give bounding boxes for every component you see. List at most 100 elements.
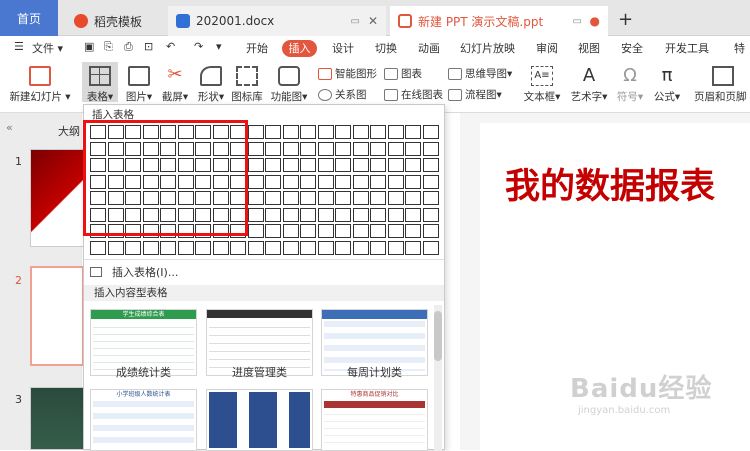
table-grid-cell[interactable] — [247, 158, 264, 172]
table-grid-cell[interactable] — [90, 191, 106, 205]
table-grid-cell[interactable] — [370, 158, 386, 172]
table-grid-cell[interactable] — [195, 207, 211, 222]
table-grid-cell[interactable] — [317, 191, 334, 205]
table-grid-cell[interactable] — [282, 125, 299, 139]
table-grid-cell[interactable] — [142, 240, 159, 255]
table-grid-cell[interactable] — [195, 141, 211, 156]
table-grid-cell[interactable] — [142, 174, 159, 189]
table-grid-cell[interactable] — [177, 158, 194, 172]
tab-security[interactable]: 安全 — [621, 40, 643, 56]
table-grid-cell[interactable] — [142, 191, 159, 205]
export-icon[interactable]: ⎘ — [104, 40, 113, 54]
table-grid-cell[interactable] — [107, 224, 124, 238]
table-grid-cell[interactable] — [405, 207, 421, 222]
table-grid-cell[interactable] — [160, 191, 176, 205]
slide-thumbnail-2[interactable] — [30, 266, 84, 366]
table-grid-cell[interactable] — [317, 240, 334, 255]
print-preview-icon[interactable]: ⊡ — [144, 40, 153, 53]
table-grid-cell[interactable] — [177, 207, 194, 222]
relation-chart-button[interactable]: 关系图 — [318, 87, 367, 102]
undo-icon[interactable]: ↶ — [166, 40, 175, 53]
table-grid-cell[interactable] — [405, 125, 421, 139]
table-grid-cell[interactable] — [335, 125, 351, 139]
table-grid-cell[interactable] — [352, 174, 369, 189]
table-grid-cell[interactable] — [212, 158, 229, 172]
tab-insert[interactable]: 插入 — [282, 40, 317, 57]
table-grid-cell[interactable] — [405, 174, 421, 189]
table-grid-cell[interactable] — [247, 174, 264, 189]
table-grid-cell[interactable] — [265, 125, 281, 139]
table-grid-cell[interactable] — [90, 141, 106, 156]
tab-presentation[interactable]: 新建 PPT 演示文稿.ppt ▭ ● — [390, 6, 608, 36]
table-grid-cell[interactable] — [160, 141, 176, 156]
table-grid-cell[interactable] — [422, 141, 439, 156]
table-grid-cell[interactable] — [317, 125, 334, 139]
table-grid-cell[interactable] — [265, 174, 281, 189]
table-grid-cell[interactable] — [335, 141, 351, 156]
table-grid-cell[interactable] — [230, 207, 246, 222]
table-grid-cell[interactable] — [160, 240, 176, 255]
table-grid-cell[interactable] — [405, 141, 421, 156]
symbol-button[interactable]: Ω 符号▾ — [613, 66, 647, 104]
table-grid-cell[interactable] — [177, 191, 194, 205]
table-grid-cell[interactable] — [265, 158, 281, 172]
table-grid-cell[interactable] — [405, 224, 421, 238]
save-icon[interactable]: ▣ — [84, 40, 94, 53]
icon-library-button[interactable]: 图标库 — [230, 66, 264, 104]
table-grid-cell[interactable] — [387, 207, 404, 222]
table-grid-cell[interactable] — [370, 141, 386, 156]
table-grid-cell[interactable] — [90, 158, 106, 172]
table-grid-cell[interactable] — [422, 224, 439, 238]
hamburger-icon[interactable]: ☰ — [14, 40, 24, 53]
table-grid-cell[interactable] — [352, 240, 369, 255]
table-grid-cell[interactable] — [212, 125, 229, 139]
table-grid-cell[interactable] — [160, 224, 176, 238]
close-icon[interactable]: ✕ — [368, 14, 378, 28]
table-grid-cell[interactable] — [387, 141, 404, 156]
tab-review[interactable]: 审阅 — [536, 40, 558, 56]
mind-map-button[interactable]: 思维导图 ▾ — [448, 66, 512, 81]
table-grid-cell[interactable] — [265, 141, 281, 156]
flowchart-button[interactable]: 流程图 ▾ — [448, 87, 502, 102]
table-grid-cell[interactable] — [422, 240, 439, 255]
table-grid-cell[interactable] — [282, 191, 299, 205]
table-grid-cell[interactable] — [282, 240, 299, 255]
table-grid-cell[interactable] — [230, 174, 246, 189]
redo-icon[interactable]: ↷ — [194, 40, 203, 53]
table-grid-cell[interactable] — [335, 158, 351, 172]
menu-file[interactable]: 文件 ▾ — [32, 40, 63, 56]
table-grid-cell[interactable] — [352, 125, 369, 139]
tab-home[interactable]: 首页 — [0, 0, 58, 36]
table-grid-cell[interactable] — [422, 125, 439, 139]
table-grid-cell[interactable] — [230, 240, 246, 255]
table-grid-cell[interactable] — [177, 125, 194, 139]
template-scrollbar[interactable] — [434, 305, 442, 451]
table-grid-cell[interactable] — [265, 224, 281, 238]
insert-table-menu-item[interactable]: 插入表格(I)... — [90, 264, 178, 280]
table-grid-cell[interactable] — [352, 224, 369, 238]
template-promotion[interactable]: 特惠商品促销对比 — [321, 389, 428, 451]
table-grid-cell[interactable] — [195, 125, 211, 139]
slide-thumbnail-3[interactable] — [30, 387, 84, 450]
table-grid-cell[interactable] — [387, 174, 404, 189]
scrollbar-thumb[interactable] — [434, 311, 442, 361]
table-grid-cell[interactable] — [300, 191, 316, 205]
table-grid-cell[interactable] — [247, 125, 264, 139]
table-grid-cell[interactable] — [142, 125, 159, 139]
table-grid-cell[interactable] — [370, 224, 386, 238]
wordart-button[interactable]: A 艺术字▾ — [567, 66, 611, 104]
collapse-panel-icon[interactable]: « — [6, 121, 13, 134]
slide-thumbnail-1[interactable] — [30, 149, 84, 247]
table-grid-cell[interactable] — [142, 224, 159, 238]
table-grid-cell[interactable] — [352, 207, 369, 222]
online-chart-button[interactable]: 在线图表 — [384, 87, 443, 102]
table-grid-cell[interactable] — [335, 191, 351, 205]
template-headcount[interactable]: 小学班级人数统计表 — [90, 389, 197, 451]
table-grid-cell[interactable] — [387, 240, 404, 255]
table-grid-cell[interactable] — [195, 240, 211, 255]
table-grid-cell[interactable] — [300, 240, 316, 255]
table-grid-cell[interactable] — [212, 207, 229, 222]
table-grid-cell[interactable] — [265, 191, 281, 205]
table-grid-cell[interactable] — [317, 207, 334, 222]
slide-title[interactable]: 我的数据报表 — [505, 158, 715, 209]
